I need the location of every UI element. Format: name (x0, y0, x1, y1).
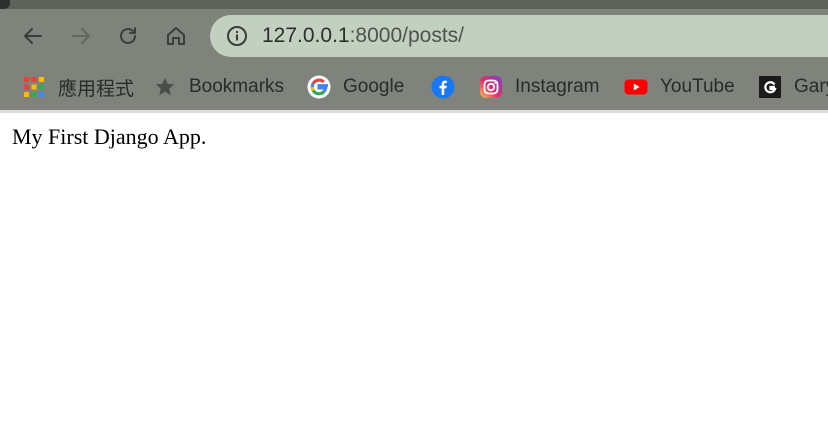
bookmark-label: YouTube (660, 76, 735, 97)
bookmark-facebook[interactable] (431, 72, 455, 102)
reload-button[interactable] (111, 19, 145, 53)
bookmark-bookmarks[interactable]: Bookmarks (153, 72, 284, 102)
toolbar-divider (0, 110, 828, 113)
reload-icon (120, 27, 136, 44)
address-bar[interactable]: 127.0.0.1:8000/posts/ (210, 15, 828, 57)
tab-corner (0, 0, 10, 9)
bookmark-apps[interactable]: 應用程式 (22, 72, 134, 102)
page-text: My First Django App. (12, 124, 207, 149)
home-icon (167, 27, 185, 45)
bookmark-gary[interactable]: Gary (758, 72, 828, 102)
arrow-left-icon (24, 28, 42, 44)
arrow-right-icon (72, 28, 90, 44)
google-icon (307, 75, 331, 99)
back-button[interactable] (16, 19, 50, 53)
bookmark-label: Bookmarks (189, 76, 285, 97)
bookmarks-bar: 應用程式 Bookmarks Google Instagram YouTube … (0, 63, 828, 110)
bookmark-instagram[interactable]: Instagram (479, 72, 599, 102)
url-text[interactable]: 127.0.0.1:8000/posts/ (262, 23, 464, 49)
url-host: 127.0.0.1 (262, 24, 350, 47)
github-icon (758, 75, 782, 99)
star-icon (153, 75, 177, 99)
url-path: :8000/posts/ (349, 24, 465, 47)
apps-grid-icon (22, 75, 46, 99)
browser-toolbar: 127.0.0.1:8000/posts/ (0, 9, 828, 63)
forward-button[interactable] (64, 19, 98, 53)
bookmark-label: 應用程式 (58, 78, 135, 100)
bookmark-google[interactable]: Google (307, 72, 404, 102)
instagram-icon (479, 75, 503, 99)
bookmark-label: Instagram (515, 76, 600, 97)
info-icon[interactable] (226, 25, 248, 47)
bookmark-label: Gary (794, 76, 828, 97)
tab-strip (0, 0, 828, 9)
home-button[interactable] (159, 19, 193, 53)
youtube-icon (624, 75, 648, 99)
facebook-icon (431, 75, 455, 99)
bookmark-label: Google (343, 76, 405, 97)
bookmark-youtube[interactable]: YouTube (624, 72, 735, 102)
